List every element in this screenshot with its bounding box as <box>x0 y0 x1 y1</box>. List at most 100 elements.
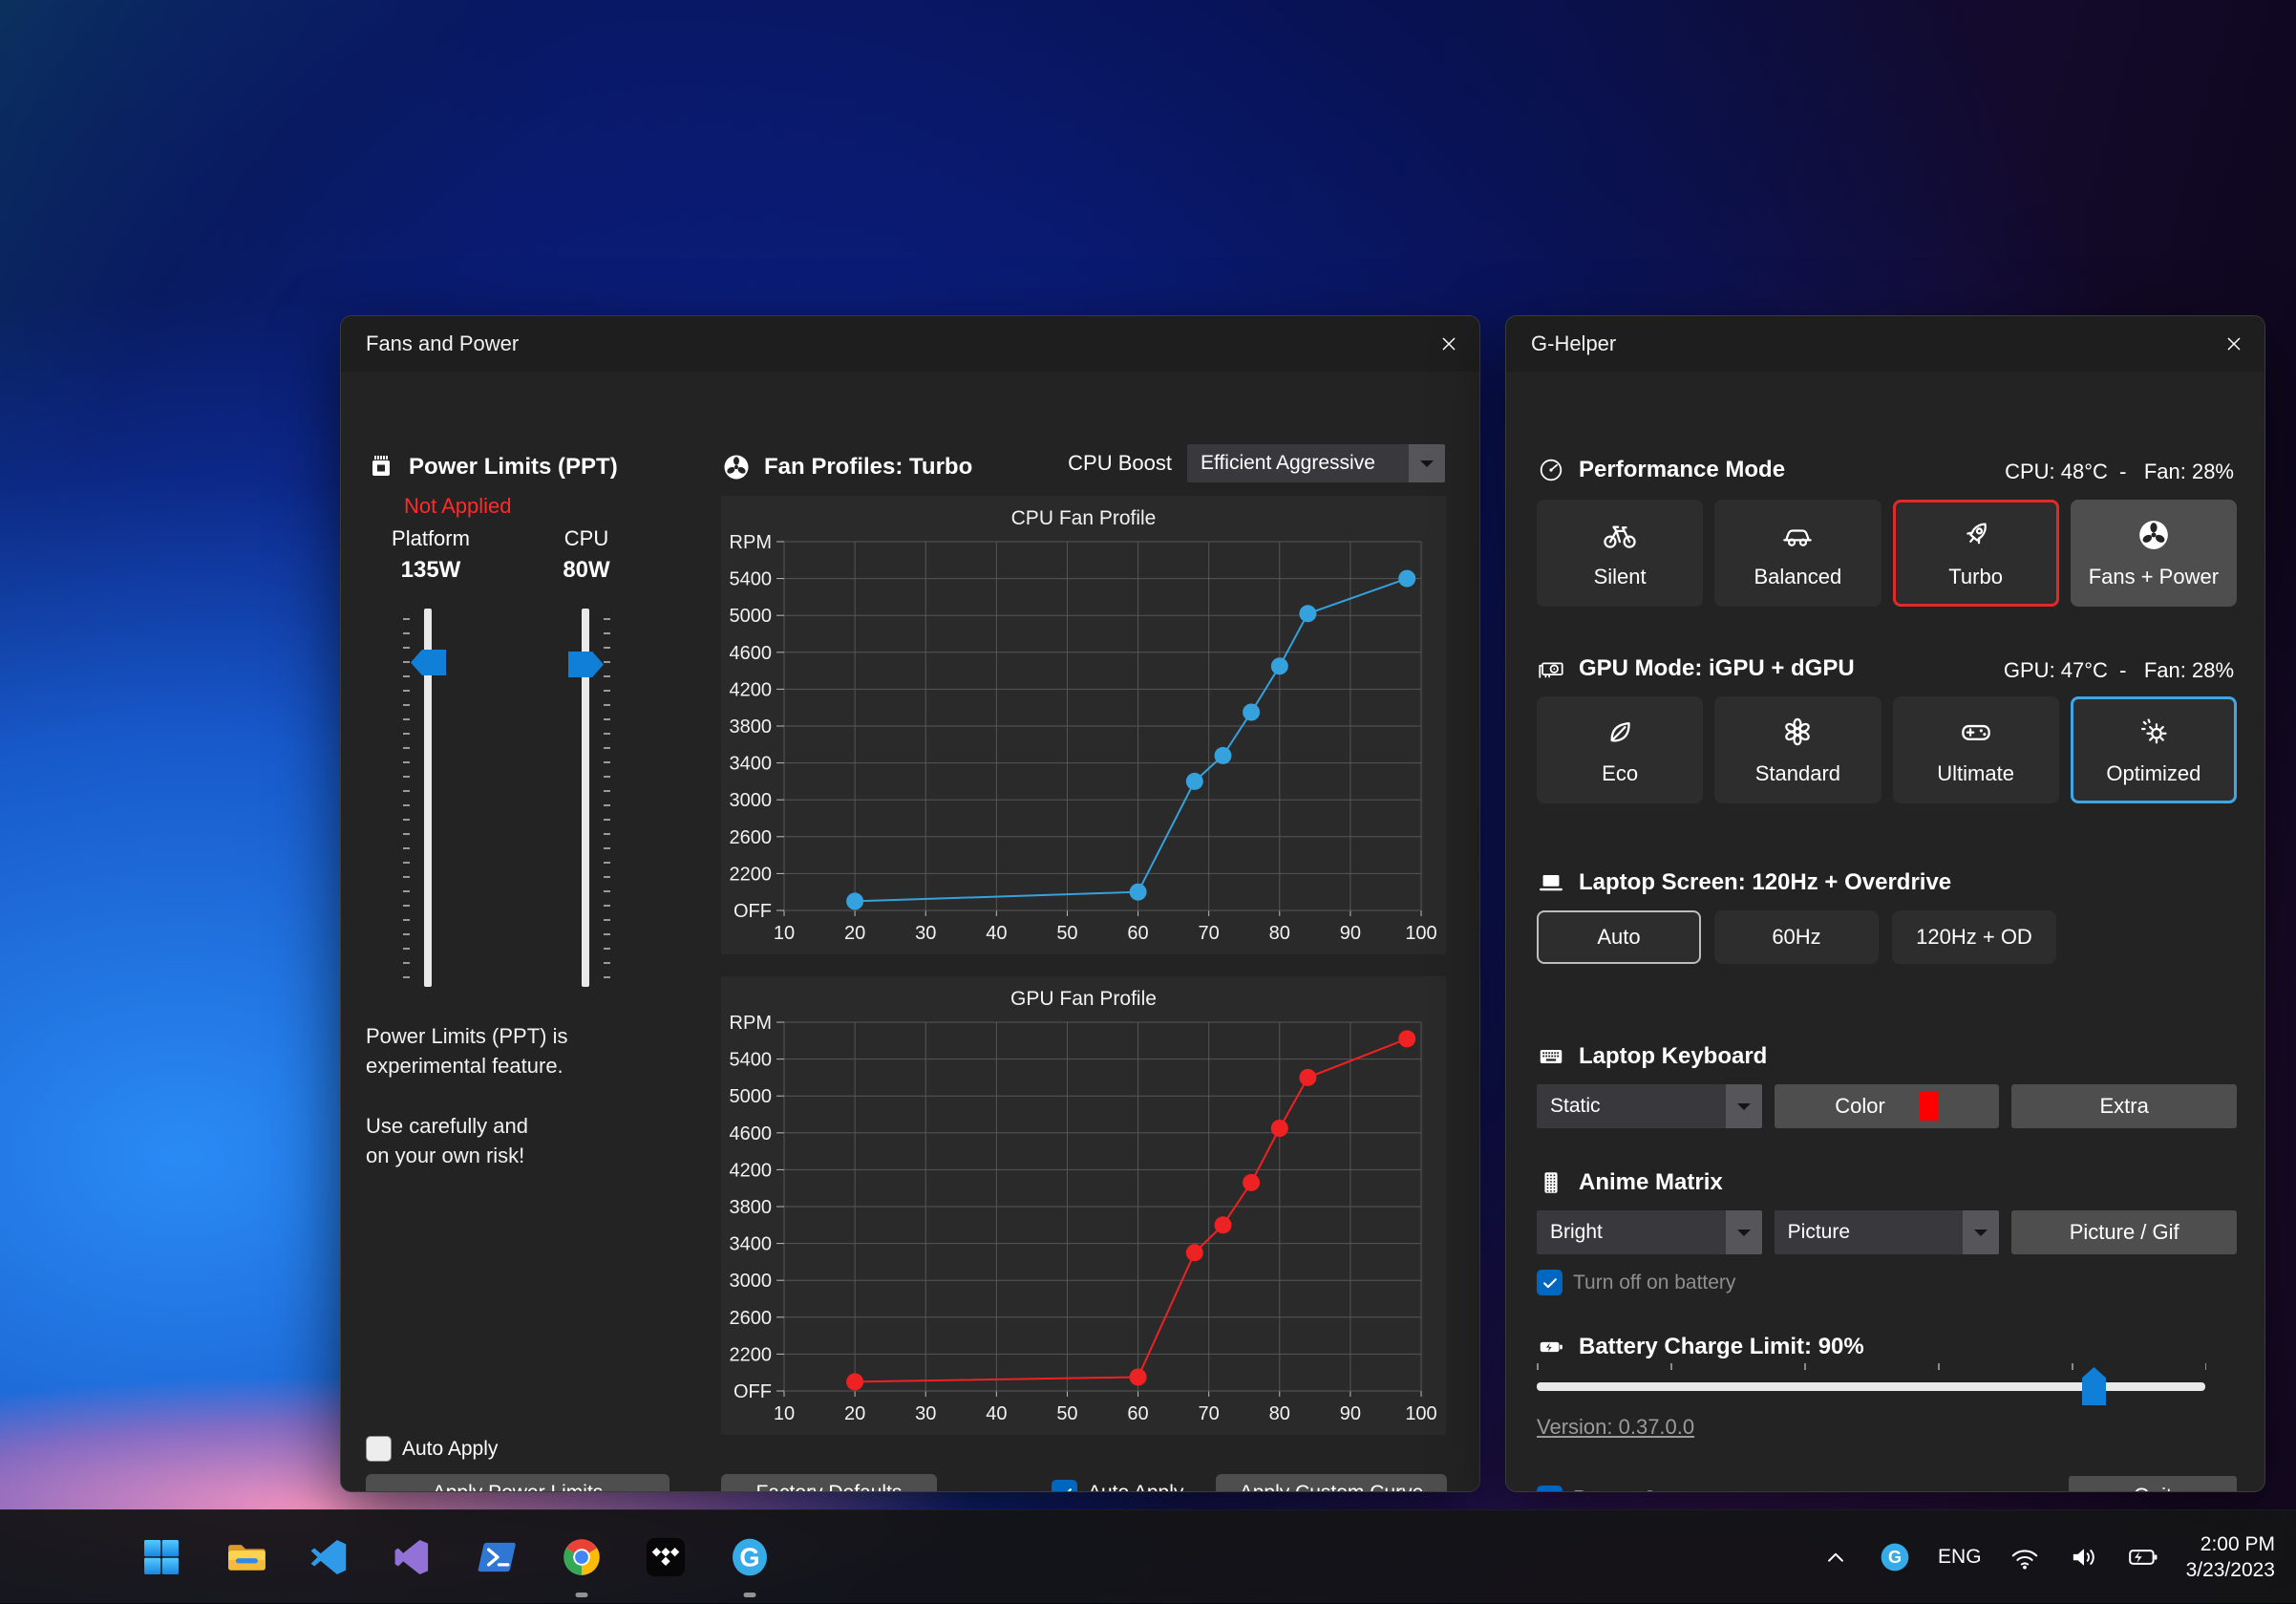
anime-mode-value: Picture <box>1775 1210 1964 1254</box>
curve-point[interactable] <box>1243 1174 1260 1191</box>
curve-point[interactable] <box>1299 1069 1316 1086</box>
screen-mode-button-120hz-od[interactable]: 120Hz + OD <box>1892 910 2056 964</box>
battery-charging-icon[interactable] <box>2127 1541 2159 1573</box>
run-on-startup-checkbox[interactable] <box>1537 1486 1563 1492</box>
run-on-startup-row[interactable]: Run on Startup <box>1537 1486 1708 1492</box>
ghelper-window-title: G-Helper <box>1531 331 1616 356</box>
bicycle-icon <box>1602 517 1638 553</box>
version-link[interactable]: Version: 0.37.0.0 <box>1537 1415 1694 1440</box>
curve-point[interactable] <box>1243 704 1260 721</box>
cpu-fan-profile-chart[interactable]: CPU Fan Profile102030405060708090100OFF2… <box>721 496 1446 954</box>
platform-column: Platform 135W <box>359 526 502 584</box>
fan-icon <box>2136 517 2172 553</box>
apply-power-limits-button[interactable]: Apply Power Limits <box>366 1474 670 1492</box>
gpu-mode-button-label: Ultimate <box>1937 761 2014 786</box>
performance-mode-button-label: Turbo <box>1948 565 2003 589</box>
fan-profiles-title: Fan Profiles: Turbo <box>764 454 972 481</box>
performance-mode-button-turbo[interactable]: Turbo <box>1893 500 2059 607</box>
screen-mode-button-60hz[interactable]: 60Hz <box>1714 910 1879 964</box>
gpu-fan-profile-chart[interactable]: GPU Fan Profile102030405060708090100OFF2… <box>721 976 1446 1435</box>
curve-point[interactable] <box>1398 570 1415 588</box>
keyboard-mode-dropdown[interactable]: Static <box>1537 1084 1762 1128</box>
taskbar-file-explorer-icon[interactable] <box>218 1529 273 1585</box>
factory-defaults-button[interactable]: Factory Defaults <box>721 1474 937 1492</box>
close-icon[interactable] <box>2213 323 2255 365</box>
ghelper-tray-icon[interactable]: G <box>1879 1541 1911 1573</box>
fan-curve-plot[interactable]: GPU Fan Profile102030405060708090100OFF2… <box>721 976 1446 1435</box>
taskbar-windows-start-icon[interactable] <box>134 1529 189 1585</box>
taskbar-chrome-icon[interactable] <box>554 1529 609 1585</box>
cpu-boost-dropdown[interactable]: Efficient Aggressive <box>1187 444 1445 482</box>
gpu-mode-button-ultimate[interactable]: Ultimate <box>1893 696 2059 803</box>
curve-point[interactable] <box>1215 1216 1232 1233</box>
anime-mode-dropdown[interactable]: Picture <box>1775 1210 2000 1254</box>
performance-mode-button-fans-power[interactable]: Fans + Power <box>2071 500 2237 607</box>
keyboard-extra-button[interactable]: Extra <box>2011 1084 2237 1128</box>
auto-apply-checkbox[interactable] <box>1052 1480 1077 1492</box>
screen-mode-button-auto[interactable]: Auto <box>1537 910 1701 964</box>
ghelper-titlebar[interactable]: G-Helper <box>1506 316 2264 372</box>
fan-curve-auto-apply[interactable]: Auto Apply <box>1052 1480 1183 1492</box>
cpu-power-slider[interactable] <box>547 609 624 991</box>
chevron-down-icon[interactable] <box>1409 444 1445 482</box>
chevron-down-icon[interactable] <box>1963 1210 1999 1254</box>
gpu-mode-button-optimized[interactable]: Optimized <box>2071 696 2237 803</box>
turn-off-on-battery-row[interactable]: Turn off on battery <box>1537 1270 1735 1295</box>
curve-point[interactable] <box>1215 747 1232 764</box>
clock[interactable]: 2:00 PM3/23/2023 <box>2186 1531 2275 1583</box>
gpu-mode-button-standard[interactable]: Standard <box>1714 696 1881 803</box>
language-indicator[interactable]: ENG <box>1938 1546 1982 1569</box>
svg-text:10: 10 <box>774 1403 795 1424</box>
performance-mode-button-balanced[interactable]: Balanced <box>1714 500 1881 607</box>
svg-text:70: 70 <box>1199 923 1220 944</box>
fans-and-power-window: Fans and Power Power Limits (PPT) Not Ap… <box>340 315 1480 1492</box>
fans-window-titlebar[interactable]: Fans and Power <box>341 316 1479 372</box>
close-icon[interactable] <box>1428 323 1470 365</box>
anime-brightness-dropdown[interactable]: Bright <box>1537 1210 1762 1254</box>
taskbar-powershell-icon[interactable] <box>470 1529 525 1585</box>
curve-point[interactable] <box>1271 657 1288 674</box>
svg-text:4200: 4200 <box>730 679 773 700</box>
curve-point[interactable] <box>1186 773 1203 790</box>
chevron-down-icon[interactable] <box>1726 1210 1762 1254</box>
power-limits-auto-apply[interactable]: Auto Apply <box>366 1436 498 1462</box>
fan-profiles-header: Fan Profiles: Turbo <box>721 452 972 482</box>
running-indicator <box>576 1593 588 1597</box>
svg-text:50: 50 <box>1056 1403 1077 1424</box>
battery-slider-thumb[interactable] <box>2082 1367 2106 1405</box>
quit-button[interactable]: Quit <box>2069 1476 2237 1492</box>
taskbar-vscode-icon[interactable] <box>302 1529 357 1585</box>
curve-point[interactable] <box>1398 1030 1415 1047</box>
keyboard-color-button[interactable]: Color <box>1775 1084 2000 1128</box>
turn-off-on-battery-checkbox[interactable] <box>1537 1270 1563 1295</box>
laptop-screen-header: Laptop Screen: 120Hz + Overdrive <box>1537 868 1951 897</box>
slider-thumb[interactable] <box>411 650 446 675</box>
curve-point[interactable] <box>846 1373 863 1390</box>
auto-apply-checkbox[interactable] <box>366 1436 392 1462</box>
svg-text:10: 10 <box>774 923 795 944</box>
platform-power-slider[interactable] <box>390 609 466 991</box>
curve-point[interactable] <box>1271 1120 1288 1137</box>
curve-point[interactable] <box>1130 1369 1147 1386</box>
battery-charge-limit-title: Battery Charge Limit: 90% <box>1579 1334 1864 1360</box>
curve-point[interactable] <box>1299 605 1316 622</box>
apply-custom-curve-button[interactable]: Apply Custom Curve <box>1216 1474 1447 1492</box>
wifi-icon[interactable] <box>2009 1541 2041 1573</box>
fan-curve-plot[interactable]: CPU Fan Profile102030405060708090100OFF2… <box>721 496 1446 954</box>
curve-point[interactable] <box>846 892 863 909</box>
color-swatch <box>1920 1092 1939 1121</box>
volume-icon[interactable] <box>2068 1541 2100 1573</box>
gpu-mode-button-eco[interactable]: Eco <box>1537 696 1703 803</box>
slider-ticks <box>403 618 410 979</box>
performance-mode-button-silent[interactable]: Silent <box>1537 500 1703 607</box>
picture-gif-button[interactable]: Picture / Gif <box>2011 1210 2237 1254</box>
chevron-up-icon[interactable] <box>1819 1541 1852 1573</box>
slider-thumb[interactable] <box>568 652 604 677</box>
curve-point[interactable] <box>1130 884 1147 901</box>
curve-point[interactable] <box>1186 1244 1203 1261</box>
svg-text:5400: 5400 <box>730 569 773 590</box>
taskbar-visual-studio-icon[interactable] <box>386 1529 441 1585</box>
chevron-down-icon[interactable] <box>1726 1084 1762 1128</box>
taskbar-ghelper-icon[interactable]: G <box>722 1529 777 1585</box>
taskbar-tidal-icon[interactable] <box>638 1529 693 1585</box>
